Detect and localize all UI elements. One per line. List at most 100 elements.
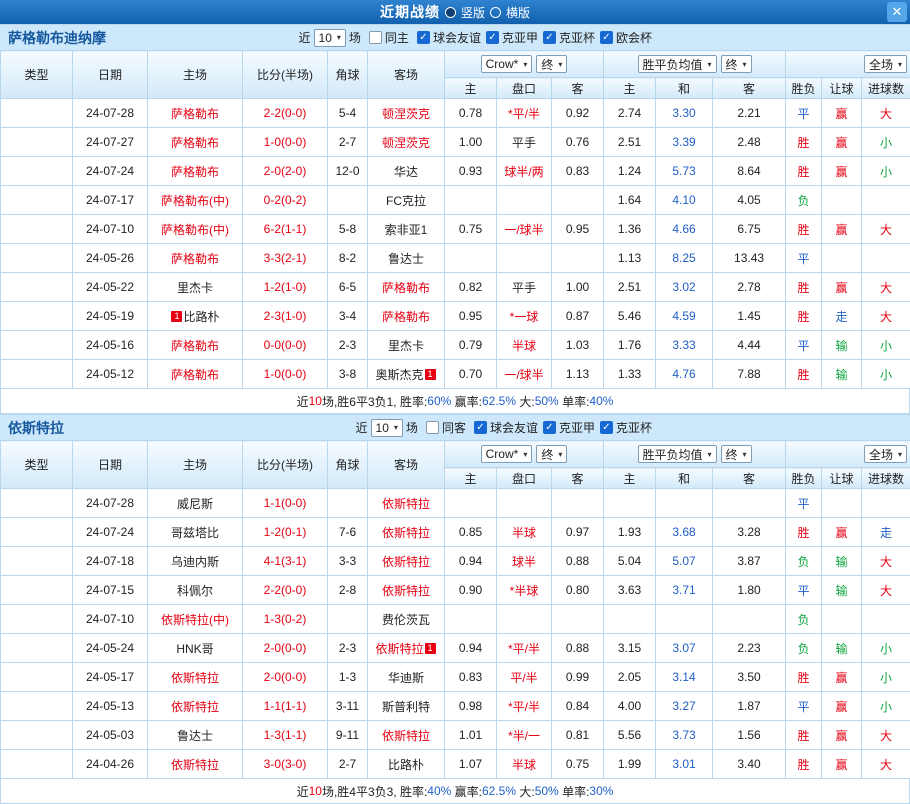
- rank-badge: 1: [425, 369, 436, 380]
- ah-odds-header: Crow*▾ 终▾: [445, 441, 604, 468]
- goals-result: 小: [862, 331, 910, 360]
- scope-select[interactable]: 全场▾: [864, 445, 907, 463]
- match-row: 克亚甲24-05-03鲁达士1-3(1-1)9-11依斯特拉1.01*半/一0.…: [1, 721, 910, 750]
- score: 2-0(0-0): [243, 663, 328, 692]
- score: 2-2(0-0): [243, 576, 328, 605]
- competition-filter[interactable]: ✓球会友谊: [474, 419, 538, 436]
- away-team: 顿涅茨克: [368, 128, 445, 157]
- avg-odds-select[interactable]: 胜平负均值▾: [638, 445, 717, 463]
- eu-draw-odds: 3.07: [656, 634, 713, 663]
- ah-home-odds: 0.98: [445, 692, 497, 721]
- ah-line: 半球: [497, 331, 552, 360]
- goals-result: 大: [862, 576, 910, 605]
- scope-value: 全场: [869, 446, 893, 463]
- competition-filter[interactable]: ✓克亚杯: [543, 29, 595, 46]
- competition-badge: 球会友谊: [1, 128, 73, 157]
- match-row: 克亚杯24-05-16萨格勒布0-0(0-0)2-3里杰卡0.79半球1.031…: [1, 331, 910, 360]
- scope-select[interactable]: 全场▾: [864, 55, 907, 73]
- match-date: 24-07-10: [73, 215, 148, 244]
- ah-line: 平/半: [497, 663, 552, 692]
- competition-badge: 克亚甲: [1, 302, 73, 331]
- checkbox-checked-icon[interactable]: ✓: [486, 31, 499, 44]
- odds-source-select[interactable]: Crow*▾: [481, 55, 533, 73]
- eu-away-odds: 4.44: [713, 331, 786, 360]
- match-date: 24-07-10: [73, 605, 148, 634]
- odds-source-select[interactable]: Crow*▾: [481, 445, 533, 463]
- summary-fragment: 30%: [589, 784, 613, 798]
- match-result: 胜: [786, 157, 822, 186]
- ah-away-odds: 0.84: [552, 692, 604, 721]
- handicap-result: 输: [822, 634, 862, 663]
- match-row: 克亚甲24-05-13依斯特拉1-1(1-1)3-11斯普利特0.98*平/半0…: [1, 692, 910, 721]
- ah-line: *一球: [497, 302, 552, 331]
- eu-away-odds: [713, 489, 786, 518]
- score: 4-1(3-1): [243, 547, 328, 576]
- checkbox-unchecked-icon[interactable]: [426, 421, 439, 434]
- horizontal-layout-option[interactable]: 横版: [506, 4, 530, 21]
- eu-home-odds: 1.93: [604, 518, 656, 547]
- goals-result: [862, 186, 910, 215]
- final-odds-value: 终: [541, 446, 553, 463]
- match-count-select[interactable]: 10▾: [314, 29, 346, 47]
- handicap-result: 赢: [822, 663, 862, 692]
- radio-unselected-icon[interactable]: [490, 7, 501, 18]
- match-result: 胜: [786, 360, 822, 389]
- same-side-filter[interactable]: 同客: [426, 419, 466, 436]
- match-result: 平: [786, 99, 822, 128]
- same-side-filter[interactable]: 同主: [369, 29, 409, 46]
- competition-filter[interactable]: ✓克亚甲: [543, 419, 595, 436]
- score: 3-0(3-0): [243, 750, 328, 779]
- match-result: 胜: [786, 518, 822, 547]
- checkbox-checked-icon[interactable]: ✓: [417, 31, 430, 44]
- eu-away-odds: 3.50: [713, 663, 786, 692]
- checkbox-checked-icon[interactable]: ✓: [543, 31, 556, 44]
- match-result: 胜: [786, 273, 822, 302]
- summary-fragment: 单率:: [559, 783, 590, 800]
- match-date: 24-07-28: [73, 99, 148, 128]
- matches-label: 场: [349, 29, 361, 46]
- match-date: 24-07-27: [73, 128, 148, 157]
- home-team: 萨格勒布: [148, 99, 243, 128]
- handicap-result: 赢: [822, 273, 862, 302]
- competition-filter[interactable]: ✓克亚甲: [486, 29, 538, 46]
- corner-score: [328, 605, 368, 634]
- competition-filter[interactable]: ✓欧会杯: [600, 29, 652, 46]
- handicap-result: [822, 605, 862, 634]
- match-date: 24-07-18: [73, 547, 148, 576]
- final-odds-select[interactable]: 终▾: [536, 55, 567, 73]
- checkbox-checked-icon[interactable]: ✓: [543, 421, 556, 434]
- radio-selected-icon[interactable]: [445, 7, 456, 18]
- summary-fragment: 场,胜6平3负1, 胜率:: [322, 393, 427, 410]
- final-odds-select[interactable]: 终▾: [536, 445, 567, 463]
- competition-badge: 克亚杯: [1, 273, 73, 302]
- ah-odds-header: Crow*▾ 终▾: [445, 51, 604, 78]
- checkbox-checked-icon[interactable]: ✓: [600, 421, 613, 434]
- checkbox-checked-icon[interactable]: ✓: [474, 421, 487, 434]
- summary-fragment: 赢率:: [451, 393, 482, 410]
- col-result: 胜负: [786, 78, 822, 99]
- competition-badge: 克亚杯: [1, 331, 73, 360]
- away-team: 萨格勒布: [368, 273, 445, 302]
- competition-filter[interactable]: ✓球会友谊: [417, 29, 481, 46]
- match-date: 24-07-17: [73, 186, 148, 215]
- eu-draw-odds: 5.73: [656, 157, 713, 186]
- ah-away-odds: [552, 489, 604, 518]
- match-count-select[interactable]: 10▾: [371, 419, 403, 437]
- close-button[interactable]: ✕: [887, 2, 907, 22]
- checkbox-checked-icon[interactable]: ✓: [600, 31, 613, 44]
- goals-result: 小: [862, 360, 910, 389]
- match-row: 球会友谊24-07-24哥兹塔比1-2(0-1)7-6依斯特拉0.85半球0.9…: [1, 518, 910, 547]
- final-odds-select[interactable]: 终▾: [721, 55, 752, 73]
- handicap-result: [822, 244, 862, 273]
- vertical-layout-option[interactable]: 竖版: [461, 4, 485, 21]
- competition-badge: 克亚甲: [1, 360, 73, 389]
- eu-home-odds: 3.15: [604, 634, 656, 663]
- final-odds-select[interactable]: 终▾: [721, 445, 752, 463]
- home-team: 萨格勒布: [148, 128, 243, 157]
- checkbox-unchecked-icon[interactable]: [369, 31, 382, 44]
- competition-filter[interactable]: ✓克亚杯: [600, 419, 652, 436]
- competition-badge: 克亚甲: [1, 721, 73, 750]
- away-team: 斯普利特: [368, 692, 445, 721]
- avg-odds-select[interactable]: 胜平负均值▾: [638, 55, 717, 73]
- ah-home-odds: 0.75: [445, 215, 497, 244]
